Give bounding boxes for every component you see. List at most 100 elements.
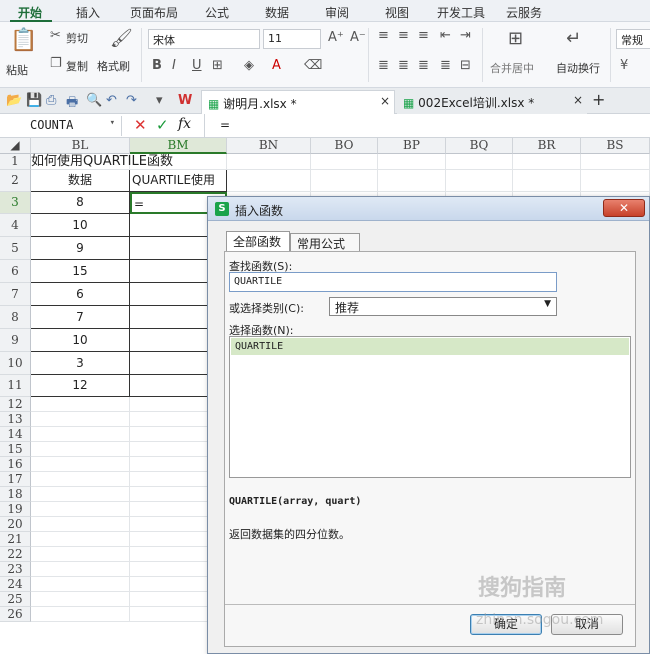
column-header[interactable]: BO: [311, 138, 378, 154]
row-header[interactable]: 3: [0, 192, 31, 214]
underline-icon[interactable]: U: [192, 58, 202, 73]
function-list[interactable]: QUARTILE: [229, 336, 631, 478]
distributed-icon[interactable]: ⊟: [460, 58, 471, 73]
table-cell[interactable]: [31, 427, 130, 442]
column-header[interactable]: BP: [378, 138, 446, 154]
close-icon[interactable]: ×: [380, 94, 390, 108]
table-cell[interactable]: [581, 170, 650, 192]
column-header[interactable]: BM: [130, 138, 227, 154]
row-header[interactable]: 19: [0, 502, 31, 517]
category-select[interactable]: 推荐 ▼: [329, 297, 557, 316]
format-painter-icon[interactable]: 🖌: [110, 28, 133, 49]
tab-data[interactable]: 数据: [265, 4, 289, 21]
header-cell[interactable]: QUARTILE使用: [130, 170, 227, 192]
chevron-down-icon[interactable]: ▾: [110, 118, 115, 128]
data-cell[interactable]: 8: [31, 192, 130, 214]
table-cell[interactable]: [130, 154, 227, 170]
data-cell[interactable]: 7: [31, 306, 130, 329]
data-cell[interactable]: 6: [31, 283, 130, 306]
tab-all-functions[interactable]: 全部函数: [226, 231, 290, 252]
row-header[interactable]: 15: [0, 442, 31, 457]
table-cell[interactable]: [227, 170, 311, 192]
column-header[interactable]: BR: [513, 138, 581, 154]
table-cell[interactable]: [31, 532, 130, 547]
column-header[interactable]: BQ: [446, 138, 513, 154]
table-cell[interactable]: [31, 607, 130, 622]
merge-center-icon[interactable]: ⊞: [508, 28, 523, 49]
tab-review[interactable]: 审阅: [325, 4, 349, 21]
copy-button[interactable]: 复制: [66, 58, 88, 74]
table-cell[interactable]: [311, 154, 378, 170]
export-icon[interactable]: ⎙: [46, 93, 56, 108]
row-header[interactable]: 17: [0, 472, 31, 487]
table-cell[interactable]: [31, 487, 130, 502]
name-box[interactable]: COUNTA ▾: [0, 116, 122, 136]
chevron-down-icon[interactable]: ▼: [544, 299, 551, 309]
row-header[interactable]: 10: [0, 352, 31, 375]
data-cell[interactable]: 12: [31, 375, 130, 397]
italic-icon[interactable]: I: [172, 58, 176, 73]
wrap-text-icon[interactable]: ↵: [566, 28, 581, 49]
select-all-corner[interactable]: ◢: [0, 138, 31, 154]
justify-icon[interactable]: ≣: [440, 58, 451, 73]
copy-icon[interactable]: ❐: [50, 56, 62, 71]
align-center-icon[interactable]: ≣: [398, 58, 409, 73]
row-header[interactable]: 26: [0, 607, 31, 622]
clear-format-icon[interactable]: ⌫: [304, 58, 322, 73]
row-header[interactable]: 2: [0, 170, 31, 192]
table-cell[interactable]: [31, 442, 130, 457]
row-header[interactable]: 12: [0, 397, 31, 412]
column-header[interactable]: BN: [227, 138, 311, 154]
row-header[interactable]: 14: [0, 427, 31, 442]
scissors-icon[interactable]: ✂: [50, 28, 61, 43]
table-cell[interactable]: [227, 154, 311, 170]
paste-button[interactable]: 粘贴: [6, 62, 28, 78]
table-cell[interactable]: [31, 517, 130, 532]
tab-view[interactable]: 视图: [385, 4, 409, 21]
header-cell[interactable]: 数据: [31, 170, 130, 192]
align-top-icon[interactable]: ≡: [378, 28, 389, 43]
cut-button[interactable]: 剪切: [66, 30, 88, 46]
data-cell[interactable]: 3: [31, 352, 130, 375]
paste-icon[interactable]: 📋: [10, 28, 37, 53]
font-size-select[interactable]: 11: [263, 29, 321, 49]
align-middle-icon[interactable]: ≡: [398, 28, 409, 43]
dropdown-icon[interactable]: ▾: [156, 93, 163, 108]
new-tab-icon[interactable]: +: [592, 90, 605, 109]
indent-left-icon[interactable]: ⇤: [440, 28, 451, 43]
row-header[interactable]: 1: [0, 154, 31, 170]
align-right-icon[interactable]: ≣: [418, 58, 429, 73]
table-cell[interactable]: [31, 397, 130, 412]
table-cell[interactable]: [378, 170, 446, 192]
align-bottom-icon[interactable]: ≡: [418, 28, 429, 43]
print-icon[interactable]: 🖶: [66, 93, 78, 115]
table-cell[interactable]: [31, 472, 130, 487]
row-header[interactable]: 11: [0, 375, 31, 397]
dialog-title-bar[interactable]: S 插入函数 ✕: [208, 197, 649, 221]
data-cell[interactable]: 9: [31, 237, 130, 260]
close-button[interactable]: ✕: [603, 199, 645, 217]
cancel-formula-icon[interactable]: ✕: [134, 116, 147, 134]
insert-function-button[interactable]: fx: [178, 116, 191, 132]
table-cell[interactable]: [31, 457, 130, 472]
list-item[interactable]: QUARTILE: [231, 338, 629, 355]
wrap-text-button[interactable]: 自动换行: [556, 60, 600, 76]
open-folder-icon[interactable]: 📂: [6, 93, 22, 108]
data-cell[interactable]: 10: [31, 214, 130, 237]
close-icon[interactable]: ×: [573, 93, 583, 107]
data-cell[interactable]: 10: [31, 329, 130, 352]
row-header[interactable]: 22: [0, 547, 31, 562]
undo-icon[interactable]: ↶: [106, 93, 117, 108]
row-header[interactable]: 25: [0, 592, 31, 607]
grow-font-icon[interactable]: A⁺: [328, 30, 344, 45]
row-header[interactable]: 16: [0, 457, 31, 472]
row-header[interactable]: 20: [0, 517, 31, 532]
row-header[interactable]: 4: [0, 214, 31, 237]
tab-home[interactable]: 开始: [18, 4, 42, 21]
currency-format-icon[interactable]: ¥: [620, 58, 628, 73]
doc-tab-active[interactable]: ▦ 谢明月.xlsx * ×: [201, 90, 395, 114]
row-header[interactable]: 21: [0, 532, 31, 547]
font-color-icon[interactable]: A: [272, 58, 281, 73]
shrink-font-icon[interactable]: A⁻: [350, 30, 366, 45]
tab-page-layout[interactable]: 页面布局: [130, 4, 178, 21]
